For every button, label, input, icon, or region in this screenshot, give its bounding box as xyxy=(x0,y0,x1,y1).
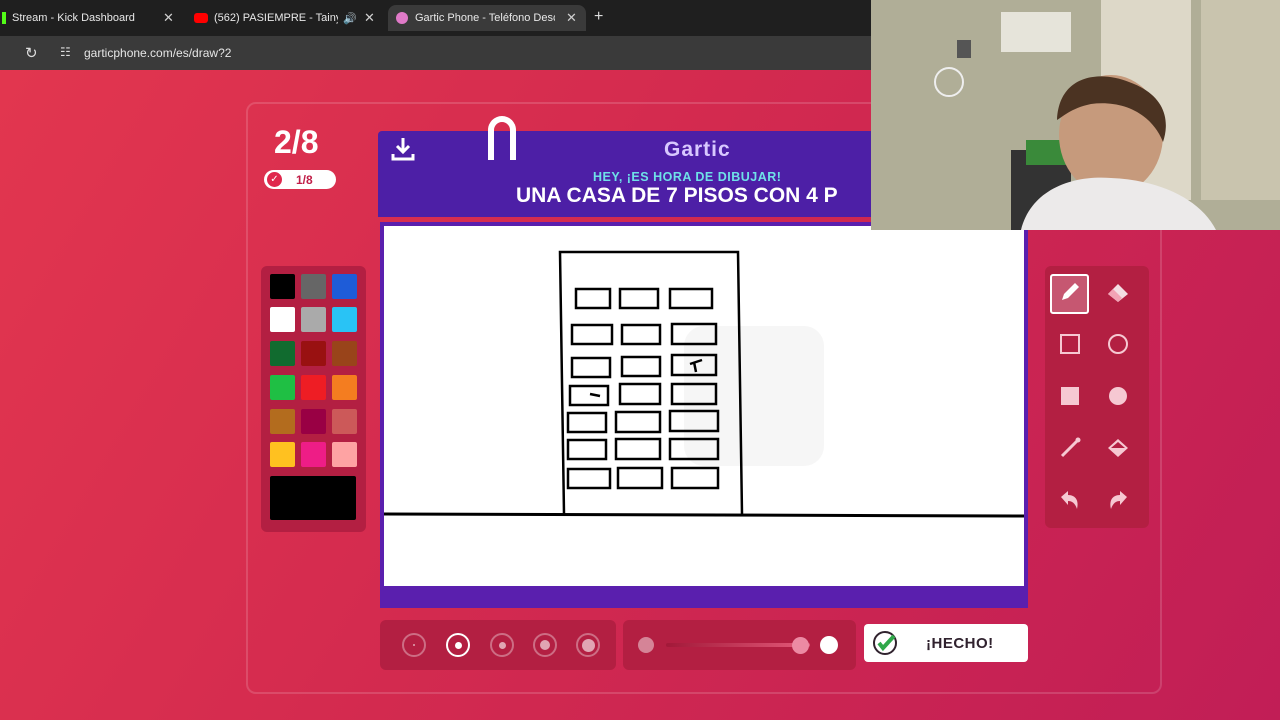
color-swatch[interactable] xyxy=(332,409,357,434)
undo-icon xyxy=(1057,488,1083,517)
tab-kick-dashboard[interactable]: Stream - Kick Dashboard ✕ xyxy=(0,5,180,31)
brush-size-1[interactable] xyxy=(402,633,426,657)
color-swatch[interactable] xyxy=(270,274,295,299)
opacity-slider-track[interactable] xyxy=(666,643,810,647)
tab-gartic-phone[interactable]: Gartic Phone - Teléfono Descon ✕ xyxy=(388,5,586,31)
download-icon[interactable] xyxy=(390,136,416,167)
current-color xyxy=(270,476,356,520)
fill-bucket-tool[interactable] xyxy=(1098,430,1137,470)
eraser-icon xyxy=(1105,280,1131,309)
check-icon: ✓ xyxy=(267,172,282,187)
kick-favicon-icon xyxy=(2,12,6,24)
pencil-tool[interactable] xyxy=(1050,274,1089,314)
youtube-favicon-icon xyxy=(194,13,208,23)
color-swatch[interactable] xyxy=(270,442,295,467)
tab-youtube[interactable]: (562) PASIEMPRE - Tainy, A 🔊 ✕ xyxy=(188,5,384,31)
tab-label: Stream - Kick Dashboard xyxy=(12,12,135,24)
redo-tool[interactable] xyxy=(1098,482,1137,522)
webcam-feed-image xyxy=(871,0,1280,230)
players-done-count: 1/8 xyxy=(296,172,313,187)
done-label: ¡HECHO! xyxy=(926,634,994,652)
drawing-canvas[interactable] xyxy=(384,226,1024,586)
color-swatch[interactable] xyxy=(332,375,357,400)
pencil-icon xyxy=(1058,280,1082,309)
tab-label: Gartic Phone - Teléfono Descon xyxy=(415,12,555,24)
rectangle-fill-tool[interactable] xyxy=(1050,378,1089,418)
color-swatch[interactable] xyxy=(332,274,357,299)
rectangle-fill-icon xyxy=(1059,385,1081,412)
color-swatch[interactable] xyxy=(332,442,357,467)
audio-icon[interactable]: 🔊 xyxy=(343,12,357,25)
color-swatch[interactable] xyxy=(301,274,326,299)
circle-fill-tool[interactable] xyxy=(1098,378,1137,418)
color-swatch[interactable] xyxy=(270,409,295,434)
circle-outline-icon xyxy=(1107,333,1129,360)
close-tab-icon[interactable]: ✕ xyxy=(364,10,375,26)
opacity-max-dot xyxy=(820,636,838,654)
color-swatch[interactable] xyxy=(270,375,295,400)
pencil-ring-decoration xyxy=(488,116,516,160)
color-swatch[interactable] xyxy=(332,307,357,332)
color-swatch[interactable] xyxy=(332,341,357,366)
circle-outline-tool[interactable] xyxy=(1098,326,1137,366)
gartic-favicon-icon xyxy=(396,12,408,24)
opacity-slider-handle[interactable] xyxy=(792,637,809,654)
color-swatch[interactable] xyxy=(301,375,326,400)
webcam-overlay xyxy=(871,0,1280,230)
close-tab-icon[interactable]: ✕ xyxy=(566,10,577,26)
tab-label: (562) PASIEMPRE - Tainy, A xyxy=(214,12,338,24)
brush-size-2[interactable] xyxy=(446,633,470,657)
fill-bucket-icon xyxy=(1105,436,1131,465)
site-info-icon[interactable]: ☷ xyxy=(60,45,71,59)
reload-icon[interactable]: ↻ xyxy=(25,44,38,62)
color-swatch[interactable] xyxy=(301,409,326,434)
draw-hint: HEY, ¡ES HORA DE DIBUJAR! xyxy=(593,170,782,184)
close-tab-icon[interactable]: ✕ xyxy=(163,10,174,26)
new-tab-button[interactable]: + xyxy=(594,8,603,26)
gartic-logo: Gartic xyxy=(664,138,731,161)
undo-tool[interactable] xyxy=(1050,482,1089,522)
done-button[interactable]: ¡HECHO! xyxy=(864,624,1028,662)
line-icon xyxy=(1058,436,1082,465)
brush-size-5[interactable] xyxy=(576,633,600,657)
color-swatch[interactable] xyxy=(301,307,326,332)
color-swatch[interactable] xyxy=(301,442,326,467)
brush-size-3[interactable] xyxy=(490,633,514,657)
color-swatch[interactable] xyxy=(301,341,326,366)
opacity-min-dot xyxy=(638,637,654,653)
rectangle-outline-icon xyxy=(1059,333,1081,360)
round-counter: 2/8 xyxy=(274,124,319,160)
line-tool[interactable] xyxy=(1050,430,1089,470)
rectangle-outline-tool[interactable] xyxy=(1050,326,1089,366)
color-swatch[interactable] xyxy=(270,307,295,332)
url-field[interactable]: garticphone.com/es/draw?2 xyxy=(84,46,231,60)
check-icon xyxy=(872,630,898,656)
redo-icon xyxy=(1105,488,1131,517)
drawing-prompt: UNA CASA DE 7 PISOS CON 4 P xyxy=(516,184,838,207)
players-done-badge: ✓ 1/8 xyxy=(264,170,336,189)
brush-size-4[interactable] xyxy=(533,633,557,657)
eraser-tool[interactable] xyxy=(1098,274,1137,314)
circle-fill-icon xyxy=(1107,385,1129,412)
color-swatch[interactable] xyxy=(270,341,295,366)
user-drawing xyxy=(384,250,1024,518)
